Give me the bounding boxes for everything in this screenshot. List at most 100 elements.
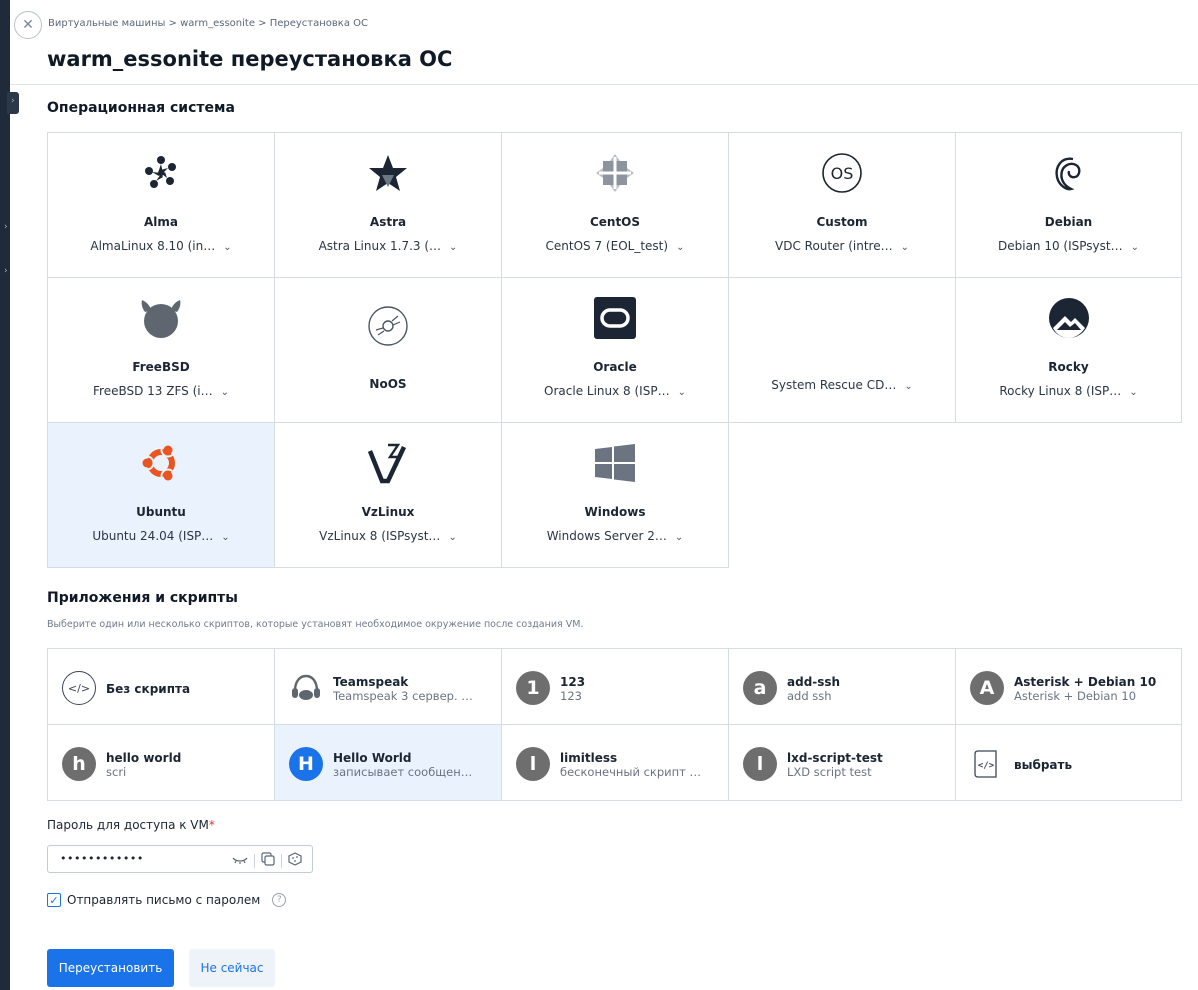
chevron-down-icon: ⌄	[677, 387, 686, 398]
svg-text:</>: </>	[978, 761, 995, 771]
os-card-rocky[interactable]: Rocky Rocky Linux 8 (ISP… ⌄	[955, 277, 1182, 423]
copy-icon[interactable]	[261, 851, 275, 870]
teamspeak-icon	[289, 671, 323, 705]
script-desc: scri	[106, 765, 127, 779]
script-title: Hello World	[333, 751, 412, 765]
toolbar-divider	[254, 853, 255, 868]
debian-icon	[1047, 151, 1091, 195]
script-title: add-ssh	[787, 675, 841, 689]
os-version-select[interactable]: VzLinux 8 (ISPsyst… ⌄	[275, 529, 501, 543]
script-avatar: 1	[516, 671, 550, 705]
os-version-select[interactable]: Astra Linux 1.7.3 (… ⌄	[275, 239, 501, 253]
os-version-label: CentOS 7 (EOL_test)	[545, 239, 669, 253]
script-avatar: H	[289, 747, 323, 781]
left-nav-rail: › › ›	[0, 0, 19, 990]
send-email-option[interactable]: ✓ Отправлять письмо с паролем ?	[47, 893, 287, 907]
chevron-down-icon: ⌄	[900, 242, 909, 253]
close-button[interactable]: ✕	[14, 11, 42, 39]
generate-password-icon[interactable]	[288, 851, 302, 870]
chevron-down-icon: ⌄	[676, 242, 685, 253]
centos-icon	[593, 151, 637, 195]
os-version-label: Rocky Linux 8 (ISP…	[999, 384, 1122, 398]
script-card-teamspeak[interactable]: Teamspeak Teamspeak 3 сервер. …	[274, 648, 502, 725]
script-title: выбрать	[1014, 758, 1073, 772]
script-desc: Asterisk + Debian 10	[1014, 689, 1137, 703]
os-card-oracle[interactable]: Oracle Oracle Linux 8 (ISP… ⌄	[501, 277, 729, 423]
rocky-icon	[1047, 296, 1091, 340]
os-version-select[interactable]: VDC Router (intre… ⌄	[729, 239, 955, 253]
eye-hidden-icon[interactable]	[232, 851, 248, 870]
os-card-alma[interactable]: Alma AlmaLinux 8.10 (in… ⌄	[47, 132, 275, 278]
vzlinux-icon	[366, 441, 410, 485]
script-title: 123	[560, 675, 586, 689]
custom-os-icon: OS	[820, 151, 864, 195]
rail-expand-handle[interactable]: ›	[7, 92, 19, 114]
script-card-hello-world[interactable]: H Hello World записывает сообщен…	[274, 724, 502, 801]
not-now-button[interactable]: Не сейчас	[189, 949, 275, 987]
password-label: Пароль для доступа к VM*	[47, 818, 215, 832]
os-card-noos[interactable]: NoOS	[274, 277, 502, 423]
script-file-icon: </>	[970, 747, 1004, 781]
os-version-select[interactable]: Debian 10 (ISPsyst… ⌄	[956, 239, 1181, 253]
os-version-select[interactable]: FreeBSD 13 ZFS (i… ⌄	[48, 384, 274, 398]
os-version-select[interactable]: Ubuntu 24.04 (ISP… ⌄	[48, 529, 274, 543]
os-version-select[interactable]: Windows Server 2… ⌄	[502, 529, 728, 543]
os-card-astra[interactable]: Astra Astra Linux 1.7.3 (… ⌄	[274, 132, 502, 278]
chevron-down-icon: ⌄	[1130, 242, 1139, 253]
send-email-label: Отправлять письмо с паролем	[67, 893, 261, 907]
windows-icon	[593, 441, 637, 485]
os-card-ubuntu[interactable]: Ubuntu Ubuntu 24.04 (ISP… ⌄	[47, 422, 275, 568]
os-section-heading: Операционная система	[47, 100, 235, 116]
script-avatar: a	[743, 671, 777, 705]
disc-icon	[366, 304, 410, 348]
os-version-select[interactable]: CentOS 7 (EOL_test) ⌄	[502, 239, 728, 253]
send-email-checkbox[interactable]: ✓	[47, 893, 61, 907]
password-label-text: Пароль для доступа к VM	[47, 818, 209, 832]
os-name: Windows	[584, 505, 646, 519]
os-card-freebsd[interactable]: FreeBSD FreeBSD 13 ZFS (i… ⌄	[47, 277, 275, 423]
script-desc: LXD script test	[787, 765, 872, 779]
os-version-select[interactable]: Rocky Linux 8 (ISP… ⌄	[956, 384, 1181, 398]
breadcrumb[interactable]: Виртуальные машины > warm_essonite > Пер…	[48, 18, 368, 29]
os-name: CentOS	[589, 215, 641, 229]
os-name: Ubuntu	[136, 505, 186, 519]
os-name: Oracle	[593, 360, 637, 374]
script-card-add-ssh[interactable]: a add-ssh add ssh	[728, 648, 956, 725]
toolbar-divider	[281, 853, 282, 868]
os-card-custom[interactable]: OS Custom VDC Router (intre… ⌄	[728, 132, 956, 278]
scripts-hint: Выберите один или несколько скриптов, ко…	[47, 619, 584, 630]
os-card-system-rescue[interactable]: System Rescue CD… ⌄	[728, 277, 956, 423]
os-version-select[interactable]: Oracle Linux 8 (ISP… ⌄	[502, 384, 728, 398]
os-name: NoOS	[369, 377, 407, 391]
os-version-label: FreeBSD 13 ZFS (i…	[93, 384, 213, 398]
os-version-label: Debian 10 (ISPsyst…	[998, 239, 1123, 253]
os-version-select[interactable]: AlmaLinux 8.10 (in… ⌄	[48, 239, 274, 253]
password-input[interactable]: ••••••••••••	[47, 845, 313, 873]
script-card-123[interactable]: 1 123 123	[501, 648, 729, 725]
alma-icon	[139, 151, 183, 195]
os-card-centos[interactable]: CentOS CentOS 7 (EOL_test) ⌄	[501, 132, 729, 278]
script-card-lxd-script-test[interactable]: l lxd-script-test LXD script test	[728, 724, 956, 801]
os-version-label: AlmaLinux 8.10 (in…	[90, 239, 216, 253]
os-version-label: System Rescue CD…	[771, 378, 897, 392]
script-card-none[interactable]: </> Без скрипта	[47, 648, 275, 725]
script-desc: add ssh	[787, 689, 832, 703]
os-version-select[interactable]: System Rescue CD… ⌄	[729, 378, 955, 392]
os-version-label: Ubuntu 24.04 (ISP…	[92, 529, 214, 543]
script-card-asterisk[interactable]: A Asterisk + Debian 10 Asterisk + Debian…	[955, 648, 1182, 725]
os-card-vzlinux[interactable]: VzLinux VzLinux 8 (ISPsyst… ⌄	[274, 422, 502, 568]
os-card-windows[interactable]: Windows Windows Server 2… ⌄	[501, 422, 729, 568]
script-card-hello-world-lower[interactable]: h hello world scri	[47, 724, 275, 801]
reinstall-button[interactable]: Переустановить	[47, 949, 174, 987]
chevron-down-icon: ⌄	[220, 387, 229, 398]
chevron-down-icon: ⌄	[448, 532, 457, 543]
script-avatar: l	[743, 747, 777, 781]
chevron-down-icon: ⌄	[904, 381, 913, 392]
script-desc: бесконечный скрипт …	[560, 765, 702, 779]
os-version-label: VDC Router (intre…	[775, 239, 893, 253]
script-card-choose[interactable]: </> выбрать	[955, 724, 1182, 801]
help-icon[interactable]: ?	[272, 893, 287, 907]
os-card-debian[interactable]: Debian Debian 10 (ISPsyst… ⌄	[955, 132, 1182, 278]
script-card-limitless[interactable]: l limitless бесконечный скрипт …	[501, 724, 729, 801]
required-mark: *	[208, 818, 215, 832]
